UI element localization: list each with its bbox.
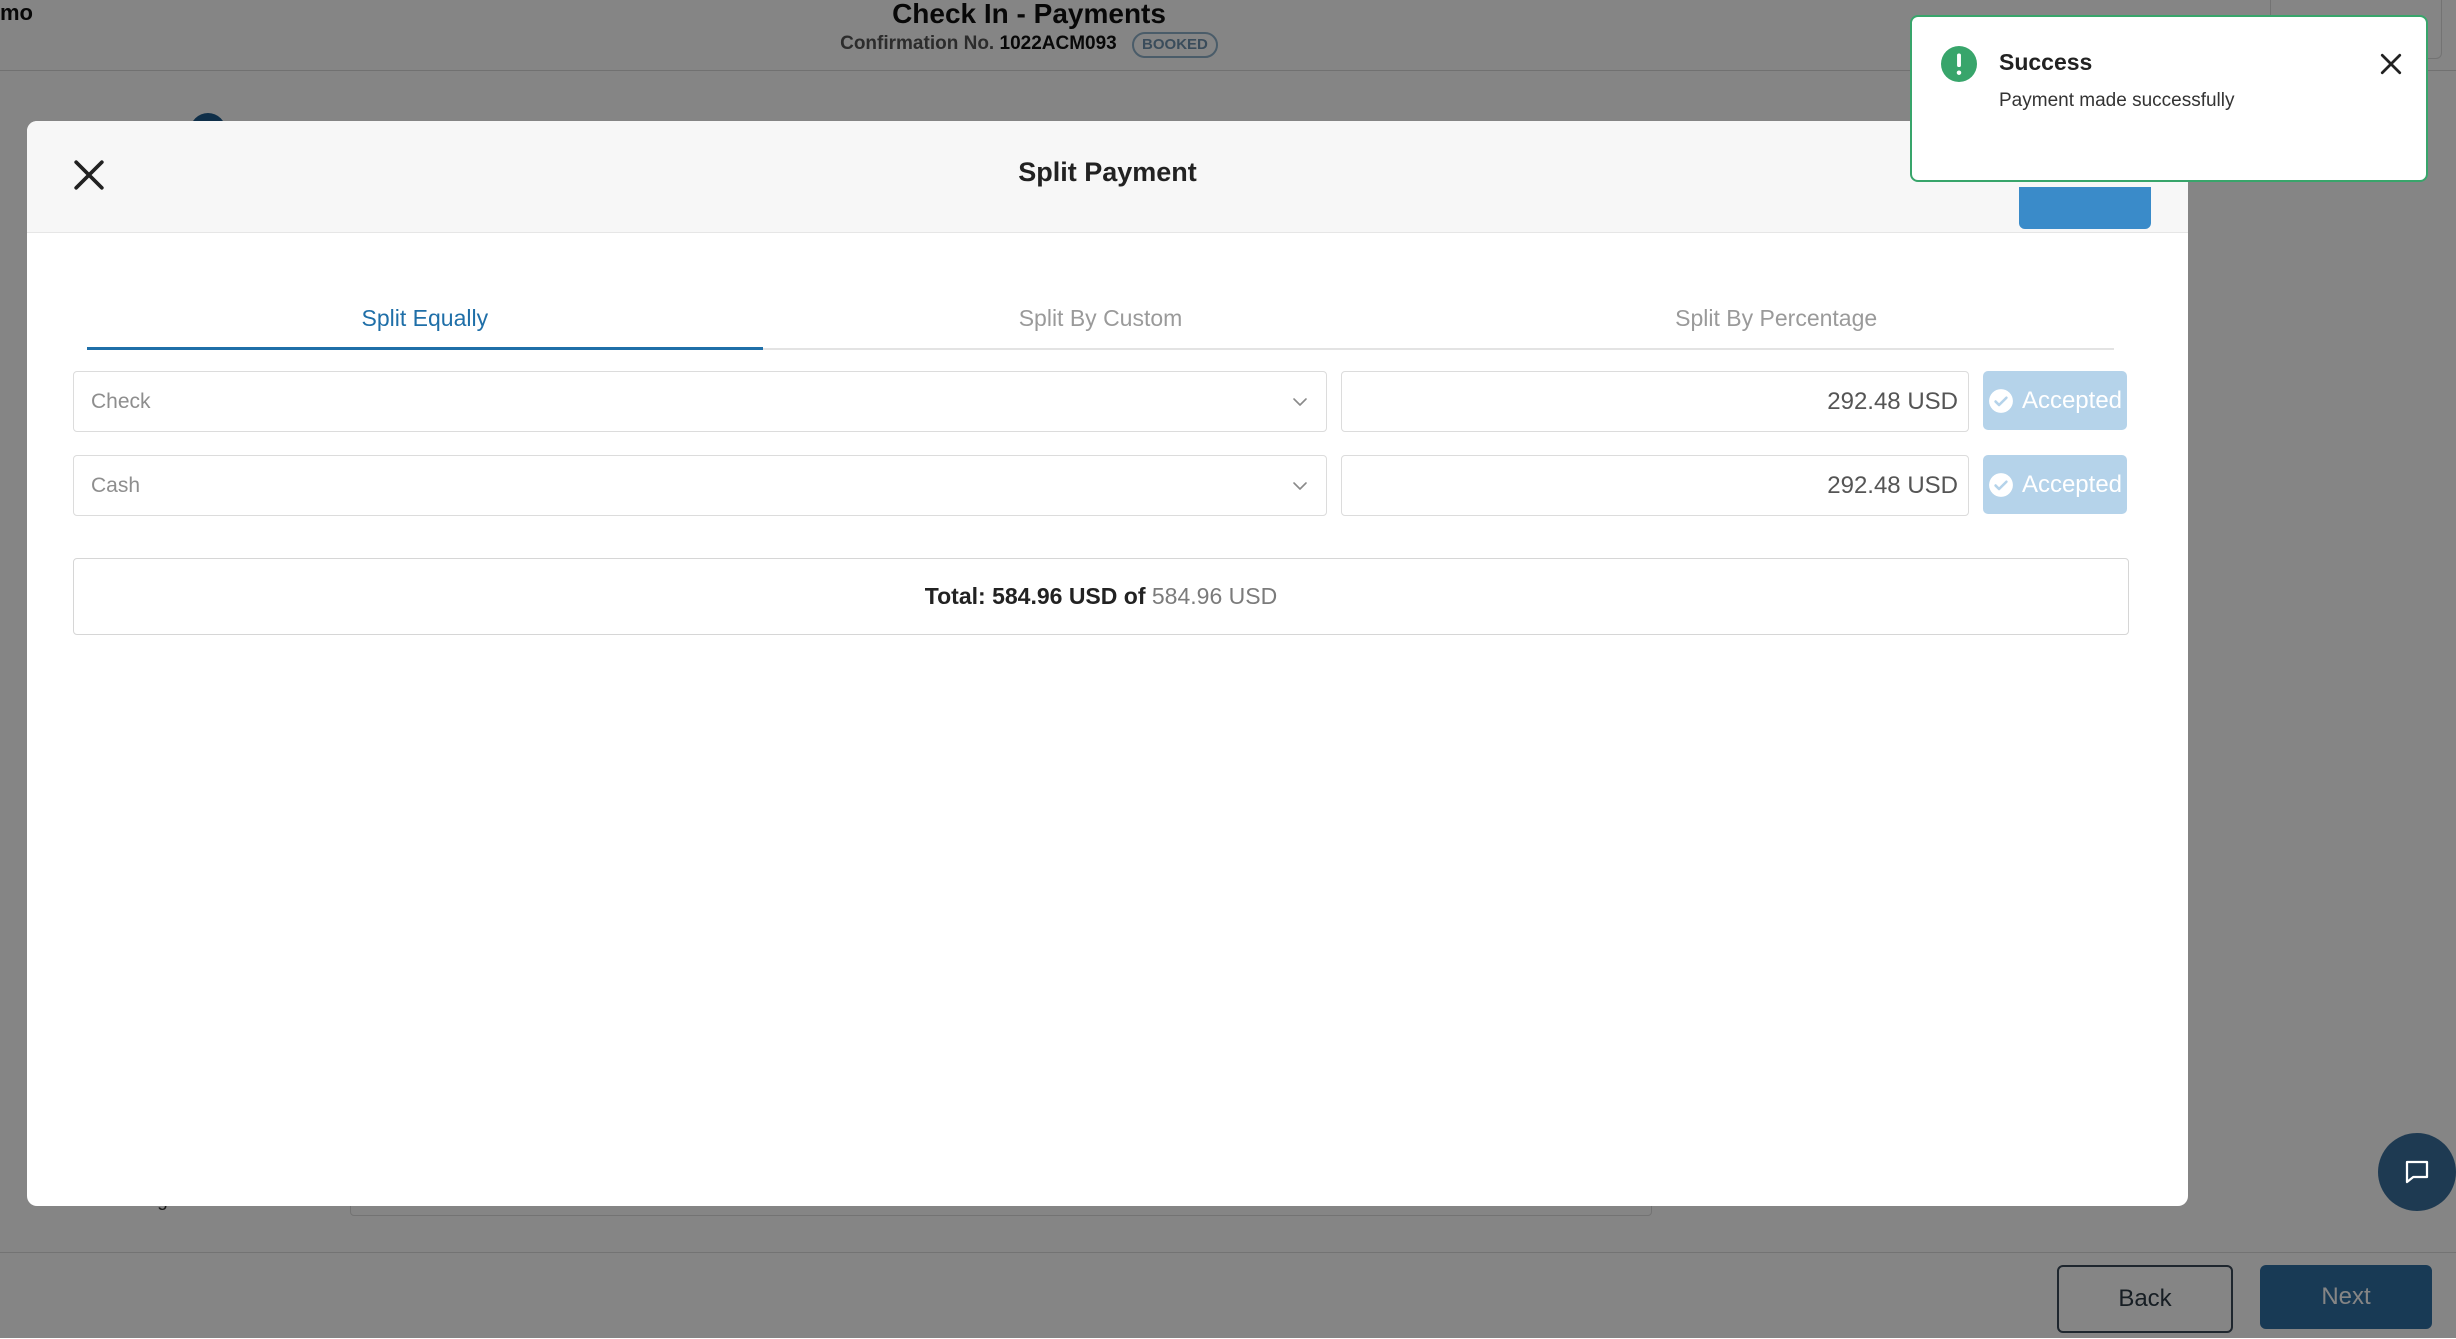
split-payment-modal: Split Payment Split Equally Split By Cus… — [27, 121, 2188, 1206]
toast-message: Payment made successfully — [1999, 90, 2235, 111]
accepted-button[interactable]: Accepted — [1983, 371, 2127, 430]
chat-button[interactable] — [2378, 1133, 2456, 1211]
accepted-label: Accepted — [2021, 386, 2123, 414]
exclamation-circle-icon — [1941, 46, 1977, 82]
payment-method-value: Cash — [91, 474, 141, 497]
chevron-down-icon — [1293, 398, 1307, 406]
chevron-down-icon — [1293, 482, 1307, 490]
payment-amount-value: 292.48 USD — [1827, 388, 1958, 415]
tab-split-by-custom[interactable]: Split By Custom — [763, 291, 1439, 348]
tab-split-by-percentage[interactable]: Split By Percentage — [1438, 291, 2114, 348]
payment-amount-field[interactable]: 292.48 USD — [1341, 455, 1969, 516]
close-icon[interactable] — [2376, 49, 2406, 79]
check-circle-icon — [1989, 388, 2013, 413]
total-summary: Total: 584.96 USD of 584.96 USD — [73, 558, 2129, 635]
payment-method-value: Check — [91, 390, 151, 413]
modal-header: Split Payment — [27, 121, 2188, 233]
split-tabs: Split Equally Split By Custom Split By P… — [87, 291, 2114, 350]
accepted-button[interactable]: Accepted — [1983, 455, 2127, 514]
payment-row: Cash 292.48 USD Accepted — [73, 455, 2129, 516]
chat-bubble-icon — [2405, 1160, 2429, 1184]
modal-title: Split Payment — [1018, 157, 1197, 187]
total-label: Total: — [924, 583, 986, 609]
success-toast: Success Payment made successfully — [1910, 15, 2428, 182]
total-due: 584.96 USD — [1151, 583, 1278, 609]
total-paid: 584.96 USD — [992, 583, 1118, 609]
tab-split-equally[interactable]: Split Equally — [87, 291, 763, 350]
check-circle-icon — [1989, 472, 2013, 497]
payment-method-select[interactable]: Cash — [73, 455, 1327, 516]
toast-title: Success — [1999, 49, 2093, 75]
payment-row: Check 292.48 USD Accepted — [73, 371, 2129, 432]
modal-action-button[interactable] — [2019, 187, 2151, 229]
payment-amount-value: 292.48 USD — [1827, 472, 1958, 499]
payment-method-select[interactable]: Check — [73, 371, 1327, 432]
total-of-label: of — [1123, 583, 1146, 609]
payment-amount-field[interactable]: 292.48 USD — [1341, 371, 1969, 432]
accepted-label: Accepted — [2021, 470, 2123, 498]
